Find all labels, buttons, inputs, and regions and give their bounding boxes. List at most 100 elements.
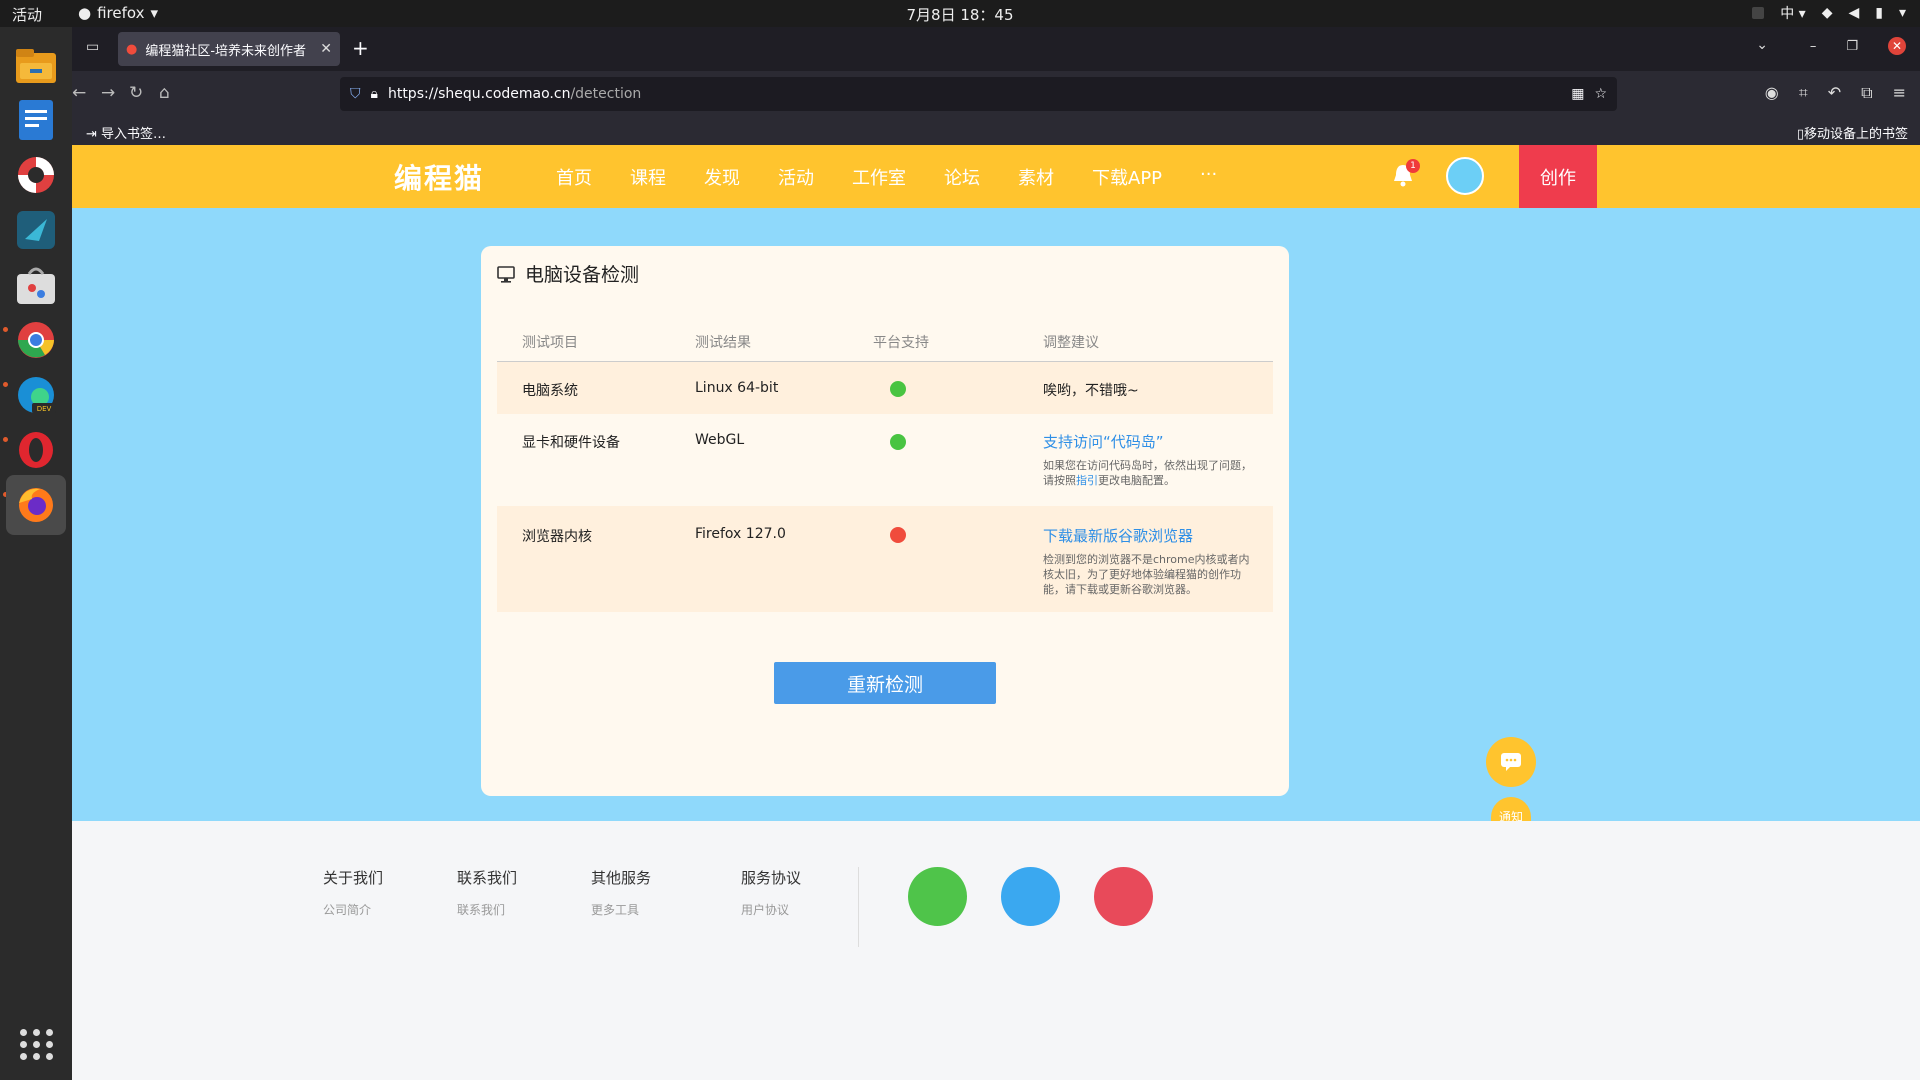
footer-link[interactable]: 用户协议 xyxy=(741,901,789,918)
code-island-link[interactable]: 支持访问“代码岛” xyxy=(1043,431,1164,452)
happy-face-icon xyxy=(890,434,906,450)
account-icon[interactable]: ◉ xyxy=(1765,83,1779,103)
nav-more[interactable]: ··· xyxy=(1200,164,1217,190)
bookmarks-toolbar: ⇥ 导入书签… ▯移动设备上的书签 xyxy=(72,117,1920,145)
nav-download-app[interactable]: 下载APP xyxy=(1092,164,1162,190)
minimize-icon[interactable]: – xyxy=(1810,39,1817,54)
help-app-icon[interactable] xyxy=(6,145,66,205)
input-method-indicator[interactable]: 中 ▾ xyxy=(1780,3,1805,23)
guide-link[interactable]: 指引 xyxy=(1076,474,1098,487)
volume-icon[interactable]: ◀ xyxy=(1848,5,1859,21)
notifications-bell-icon[interactable]: 1 xyxy=(1392,159,1420,187)
notification-badge: 1 xyxy=(1406,159,1420,173)
footer-heading: 其他服务 xyxy=(591,869,652,887)
table-row: 浏览器内核 Firefox 127.0 下载最新版谷歌浏览器 检测到您的浏览器不… xyxy=(497,506,1273,612)
nav-home[interactable]: 首页 xyxy=(556,164,592,190)
app-menu[interactable]: ● firefox ▾ xyxy=(78,4,158,22)
wifi-icon[interactable]: ◆ xyxy=(1822,5,1833,21)
tab-bar: ▭ ● 编程猫社区-培养未来创作者 ✕ + ⌄ – ❐ ✕ xyxy=(72,27,1920,71)
clock[interactable]: 7月8日 18：45 xyxy=(906,6,1013,24)
row-result: Linux 64-bit xyxy=(695,380,779,396)
back-icon[interactable]: ← xyxy=(72,83,86,103)
row-note: 检测到您的浏览器不是chrome内核或者内核太旧，为了更好地体验编程猫的创作功能… xyxy=(1043,553,1250,596)
table-row: 电脑系统 Linux 64-bit 唉哟，不错哦~ xyxy=(497,362,1273,414)
header-support: 平台支持 xyxy=(873,335,929,351)
footer-heading: 联系我们 xyxy=(457,869,518,887)
codemao-logo[interactable]: 编程猫 xyxy=(394,157,484,197)
row-result: Firefox 127.0 xyxy=(695,526,786,542)
close-tab-icon[interactable]: ✕ xyxy=(320,41,332,57)
header-item: 测试项目 xyxy=(522,335,578,351)
edge-dev-app-icon[interactable]: DEV xyxy=(6,365,66,425)
monitor-icon xyxy=(497,265,515,283)
wechat-icon[interactable] xyxy=(908,867,967,926)
tray-app-icon[interactable] xyxy=(1752,7,1765,19)
nav-forum[interactable]: 论坛 xyxy=(944,164,980,190)
card-title: 电脑设备检测 xyxy=(525,264,640,286)
footer-link[interactable]: 联系我们 xyxy=(457,901,505,918)
list-all-tabs-icon[interactable]: ⌄ xyxy=(1756,37,1768,53)
firefox-app-icon[interactable] xyxy=(6,475,66,535)
dock: DEV xyxy=(0,27,72,1080)
undo-icon[interactable]: ↶ xyxy=(1828,83,1841,103)
close-window-icon[interactable]: ✕ xyxy=(1888,37,1906,55)
mobile-bookmarks-label: 移动设备上的书签 xyxy=(1803,127,1908,142)
qq-icon[interactable] xyxy=(1001,867,1060,926)
footer-link[interactable]: 更多工具 xyxy=(591,901,639,918)
table-header: 测试项目 测试结果 平台支持 调整建议 xyxy=(497,332,1273,362)
import-bookmarks-link[interactable]: ⇥ 导入书签… xyxy=(86,123,166,142)
chrome-app-icon[interactable] xyxy=(6,310,66,370)
user-avatar[interactable] xyxy=(1446,157,1484,195)
nav-events[interactable]: 活动 xyxy=(778,164,814,190)
tab-codemao[interactable]: ● 编程猫社区-培养未来创作者 ✕ xyxy=(118,32,340,66)
download-chrome-link[interactable]: 下载最新版谷歌浏览器 xyxy=(1043,525,1193,546)
mobile-bookmarks-link[interactable]: ▯移动设备上的书签 xyxy=(1797,123,1908,142)
recheck-button[interactable]: 重新检测 xyxy=(774,662,996,704)
header-result: 测试结果 xyxy=(695,335,751,351)
chevron-down-icon[interactable]: ▾ xyxy=(1899,5,1906,21)
bookmark-star-icon[interactable]: ☆ xyxy=(1594,86,1607,102)
remote-app-icon[interactable] xyxy=(6,200,66,260)
home-icon[interactable]: ⌂ xyxy=(159,83,170,103)
forward-icon[interactable]: → xyxy=(101,83,115,103)
happy-face-icon xyxy=(890,381,906,397)
sad-face-icon xyxy=(890,527,906,543)
qr-code-icon[interactable]: ▦ xyxy=(1571,86,1584,102)
nav-courses[interactable]: 课程 xyxy=(630,164,666,190)
files-app-icon[interactable] xyxy=(6,36,66,96)
row-advice: 唉哟，不错哦~ xyxy=(1043,383,1139,399)
system-top-bar: 活动 ● firefox ▾ 7月8日 18：45 中 ▾ ◆ ◀ ▮ ▾ xyxy=(0,0,1920,27)
footer-heading: 服务协议 xyxy=(741,869,802,887)
create-button[interactable]: 创作 xyxy=(1519,145,1597,208)
url-bar[interactable]: ⛉ 🔒︎ https://shequ.codemao.cn/detection … xyxy=(340,77,1617,111)
nav-assets[interactable]: 素材 xyxy=(1018,164,1054,190)
reload-icon[interactable]: ↻ xyxy=(129,83,143,103)
shield-icon[interactable]: ⛉ xyxy=(350,86,361,102)
activities-button[interactable]: 活动 xyxy=(12,4,42,25)
firefox-small-icon: ● xyxy=(78,4,92,22)
opera-app-icon[interactable] xyxy=(6,420,66,480)
url-text[interactable]: https://shequ.codemao.cn/detection xyxy=(388,86,1561,102)
menu-icon[interactable]: ≡ xyxy=(1893,83,1906,103)
writer-app-icon[interactable] xyxy=(6,90,66,150)
system-tray[interactable]: 中 ▾ ◆ ◀ ▮ ▾ xyxy=(1752,3,1906,23)
lock-icon[interactable]: 🔒︎ xyxy=(371,86,378,102)
row-item: 浏览器内核 xyxy=(522,529,592,545)
restore-icon[interactable]: ❐ xyxy=(1846,39,1858,54)
note-text: 更改电脑配置。 xyxy=(1098,474,1175,487)
chat-button[interactable] xyxy=(1486,737,1536,787)
page-content: 编程猫 首页 课程 发现 活动 工作室 论坛 素材 下载APP ··· 1 创作 xyxy=(72,145,1920,1080)
screenshot-icon[interactable]: ⌗ xyxy=(1799,83,1808,103)
nav-discover[interactable]: 发现 xyxy=(704,164,740,190)
firefox-window: ▭ ● 编程猫社区-培养未来创作者 ✕ + ⌄ – ❐ ✕ ← → ↻ ⌂ ⛉ … xyxy=(72,27,1920,1080)
show-apps-icon[interactable] xyxy=(20,1029,54,1060)
header-advice: 调整建议 xyxy=(1043,335,1099,351)
new-tab-button[interactable]: + xyxy=(352,36,369,60)
extensions-icon[interactable]: ⧉ xyxy=(1861,83,1872,103)
footer-link[interactable]: 公司简介 xyxy=(323,901,371,918)
weibo-icon[interactable] xyxy=(1094,867,1153,926)
nav-studio[interactable]: 工作室 xyxy=(852,164,906,190)
software-store-icon[interactable] xyxy=(6,255,66,315)
tab-overview-icon[interactable]: ▭ xyxy=(86,39,99,55)
battery-icon[interactable]: ▮ xyxy=(1875,5,1883,21)
